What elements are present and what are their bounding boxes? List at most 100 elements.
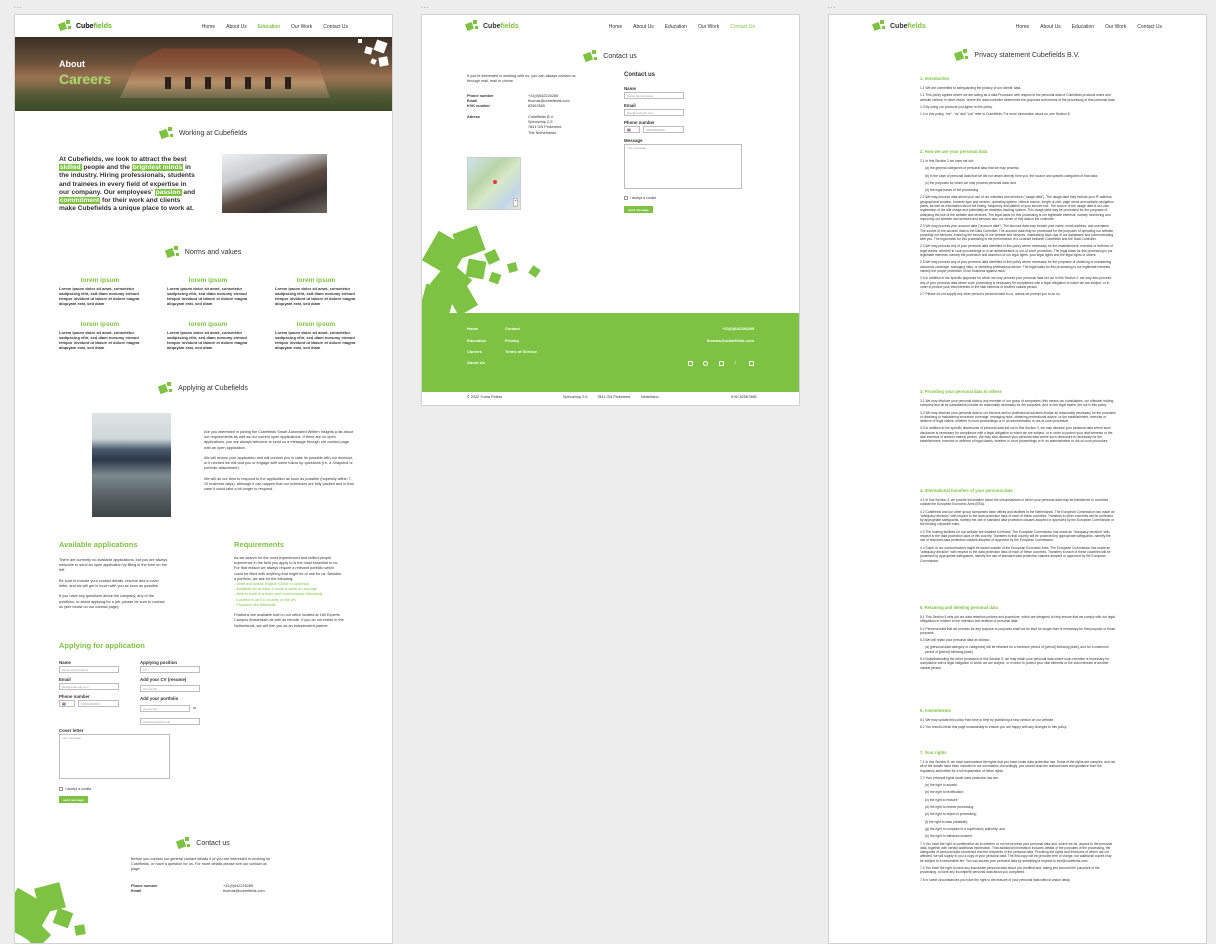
privacy-section-heading: 4. International transfers of your perso… [920,488,1013,493]
phone-input[interactable]: (06)00000000 [643,126,684,133]
linkedin-icon[interactable] [688,361,693,366]
nav-education[interactable]: Education [665,24,687,30]
footer-phone: +31(0)642226285 [722,326,754,331]
instagram-icon[interactable] [703,361,708,366]
country-code-select[interactable]: 🇳🇱 [59,700,75,707]
logo-text[interactable]: Cubefields [76,23,112,30]
privacy-paragraph: (a) [personal data category or categorie… [925,645,1109,654]
privacy-paragraph: 1.4 In this policy, "we", "us" and "our"… [920,112,1071,117]
or-text: or [193,706,197,710]
nav-about[interactable]: About Us [633,24,654,30]
nav-our-work[interactable]: Our Work [1105,24,1126,30]
copyright: © 2022 Yuma Peters [467,395,503,399]
logo-text[interactable]: Cubefields [890,23,926,30]
footer-link-privacy[interactable]: Privacy [505,338,519,343]
footer-country: Nederland [641,395,659,399]
nav-contact[interactable]: Contact Us [323,24,348,30]
nav-contact[interactable]: Contact Us [1137,24,1162,30]
privacy-paragraph: 1.2 This policy applies where we are act… [920,93,1116,102]
privacy-section-text: 5.1 This Section 5 sets out our data ret… [920,615,1116,673]
classroom-photo [222,154,327,213]
nav-about[interactable]: About Us [226,24,247,30]
footer-link-education[interactable]: Education [467,338,486,343]
contact-email[interactable]: thomas@cubefields.com [223,889,265,894]
cover-letter-textarea[interactable]: Your message [59,734,170,779]
privacy-paragraph: 4.4 Some of our subcontractors might be … [920,545,1111,563]
privacy-paragraph: 2.6 In addition to the specific purposes… [920,276,1111,289]
privacy-section-heading: 5. Retaining and deleting personal data [920,605,998,610]
top-nav: Cubefields Home About Us Education Our W… [422,15,799,37]
footer-link-terms[interactable]: Terms of Service [505,349,537,354]
privacy-section-text: 3.1 We may disclose your personal data t… [920,399,1116,447]
cubes-icon [164,246,180,259]
position-select[interactable]: +5 [140,666,200,673]
footer-link-contact[interactable]: Contact [505,326,520,331]
name-input[interactable]: Name and surname [624,92,684,99]
nav-contact[interactable]: Contact Us [730,24,755,30]
footer-street: Spinozhop 2-5 [563,395,588,399]
privacy-paragraph: (b) the right to rectification; [925,790,965,795]
position-label: Applying position [140,660,178,665]
youtube-icon[interactable] [749,361,754,366]
facebook-icon[interactable] [719,361,724,366]
email-input[interactable]: jdoe@example.com [624,109,684,116]
map-zoom-control[interactable]: + - [513,198,518,207]
nav-home[interactable]: Home [609,24,622,30]
tiktok-icon[interactable]: ♪ [734,361,739,366]
privacy-paragraph: 1.3 By using our products you agree to t… [920,104,993,109]
consent-checkbox[interactable]: I accept a cookie [59,787,91,791]
send-button[interactable]: send message [624,206,653,213]
footer-link-about[interactable]: About Us [467,360,485,365]
privacy-paragraph: 7.3 You have the right to confirmation a… [920,841,1113,863]
portfolio-url-input[interactable]: website/portfolio link [140,718,200,725]
nav-our-work[interactable]: Our Work [698,24,719,30]
nav-home[interactable]: Home [202,24,215,30]
consent-checkbox[interactable]: I accept a cookie [624,196,656,200]
footer-email[interactable]: thomas@cubefields.com [707,338,754,343]
norm-card: lorem ipsum Lorem ipsum dolor sit amet, c… [167,277,248,306]
privacy-paragraph: (h) the right to withdraw consent. [925,834,973,839]
footer-link-home[interactable]: Home [467,326,478,331]
privacy-paragraph: (c) the right to erasure; [925,797,959,802]
nav-our-work[interactable]: Our Work [291,24,312,30]
footer-link-careers[interactable]: Careers [467,349,482,354]
name-input[interactable]: Name and surname [59,666,119,673]
cv-file-input[interactable]: choose file [140,685,200,692]
logo-text[interactable]: Cubefields [483,23,519,30]
hero-subtitle: About [59,59,85,69]
nav-about[interactable]: About Us [1040,24,1061,30]
intro-paragraph: At Cubefields, we look to attract the be… [59,156,196,213]
nav-education[interactable]: Education [1072,24,1094,30]
message-textarea[interactable]: Your message [624,144,742,189]
requirements-title: Requirements [234,540,285,549]
send-button[interactable]: send message [59,796,88,803]
privacy-paragraph: 7.2 Your principal rights under data pro… [920,775,999,780]
privacy-paragraph: 7.4 You have the right to have any inacc… [920,866,1100,875]
privacy-paragraph: 4.3 The hosting facilities for our websi… [920,529,1111,543]
kvk-value: 82567865 [528,104,545,108]
privacy-paragraph: 5.2 Personal data that we process for an… [920,626,1116,635]
phone-input[interactable]: (06)00000000 [78,700,119,707]
email-input[interactable]: jdoe@example.com [59,683,119,690]
cubes-icon [158,382,173,395]
nav-education[interactable]: Education [258,24,280,30]
privacy-paragraph: 5.1 This Section 5 sets out our data ret… [920,615,1115,624]
contact-form-title: Contact us [624,72,656,78]
footer-zip: 7841 GN Pinkerend [597,395,631,399]
privacy-section-text: 4.1 In this Section 4, we provide inform… [920,498,1116,566]
phone-label: Phone number [59,694,90,699]
cubes-icon [954,49,969,62]
privacy-paragraph: (e) the right to object to processing; [925,812,977,817]
portfolio-file-input[interactable]: choose file [140,705,190,712]
privacy-paragraph: (b) in the case of personal data that we… [925,173,1098,178]
privacy-paragraph: 3.2 We may disclose your personal data t… [920,410,1116,424]
location-map[interactable]: + - [467,157,521,210]
available-title: Available applications [59,540,138,549]
cubes-logo-icon [58,20,73,32]
available-text: There are currently no available applica… [59,558,168,609]
portfolio-label: Add your portfolio [140,696,179,701]
map-pin-icon [493,180,497,184]
country-code-select[interactable]: 🇳🇱 [624,126,640,133]
nav-home[interactable]: Home [1016,24,1029,30]
cubes-logo-icon [872,20,887,32]
